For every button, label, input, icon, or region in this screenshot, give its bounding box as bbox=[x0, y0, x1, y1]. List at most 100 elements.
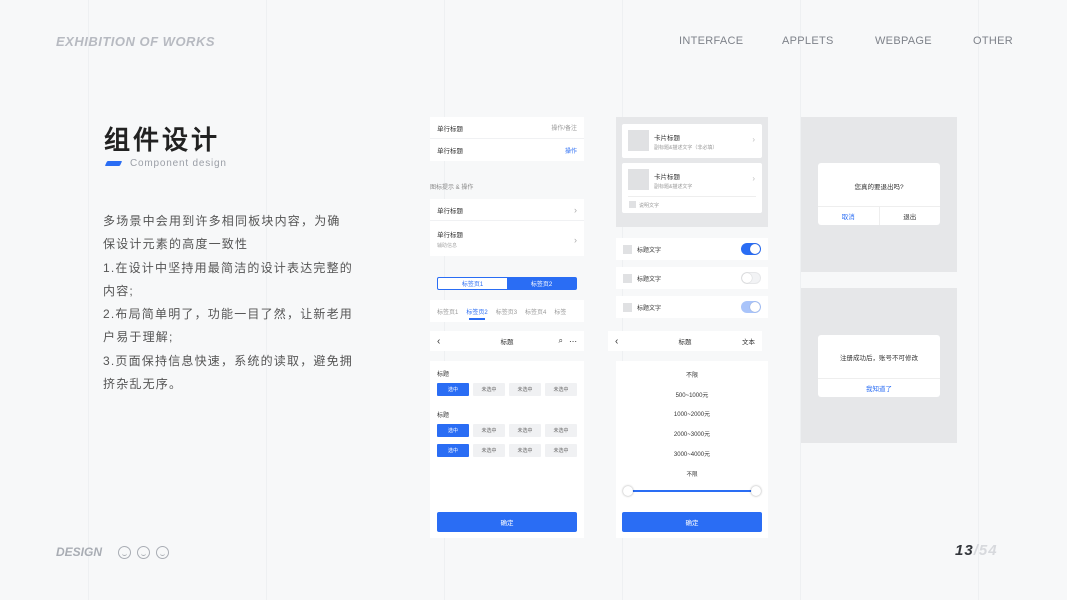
accent-dash bbox=[104, 160, 123, 166]
chip[interactable]: 未选中 bbox=[509, 444, 541, 457]
nav-applets[interactable]: APPLETS bbox=[782, 35, 834, 47]
face-icons bbox=[118, 546, 169, 559]
navbar-right-text[interactable]: 文本 bbox=[742, 336, 755, 346]
card-subtitle: 副标题&描述文字（非必填） bbox=[654, 145, 718, 151]
list-item-title: 单行标题 bbox=[437, 148, 463, 155]
price-option[interactable]: 1000~2000元 bbox=[616, 409, 768, 418]
toggle-switch-on[interactable] bbox=[741, 243, 761, 255]
navbar-title: 标题 bbox=[678, 339, 692, 346]
list-item[interactable]: 单行标题 操作/备注 bbox=[430, 117, 584, 139]
chip[interactable]: 未选中 bbox=[509, 424, 541, 437]
smile-icon bbox=[118, 546, 131, 559]
desc-paragraph: 多场景中会用到许多相同板块内容，为确保设计元素的高度一致性 bbox=[103, 214, 341, 252]
card[interactable]: 卡片标题 副标题&描述文字 › 说明文字 bbox=[622, 163, 762, 213]
segment-1[interactable]: 标签页1 bbox=[438, 278, 507, 289]
toggle-label: 标题文字 bbox=[637, 247, 662, 254]
list-item-title: 单行标题 bbox=[437, 125, 463, 133]
subtitle-text: Component design bbox=[130, 157, 227, 169]
checkbox[interactable] bbox=[623, 273, 632, 283]
tab-4[interactable]: 标签页4 bbox=[525, 307, 546, 316]
list-item-note: 操作/备注 bbox=[551, 126, 577, 132]
slider-handle-min[interactable] bbox=[623, 486, 633, 496]
toggle-switch-off[interactable] bbox=[741, 272, 761, 284]
chip[interactable]: 选中 bbox=[437, 424, 469, 437]
segment-2[interactable]: 标签页2 bbox=[507, 278, 576, 289]
chip[interactable]: 选中 bbox=[437, 383, 469, 396]
list-item-title: 单行标题 bbox=[437, 207, 463, 215]
card-note: 说明文字 bbox=[639, 203, 660, 209]
list-panel: 单行标题 › 单行标题 辅助信息 › bbox=[430, 199, 584, 256]
price-option[interactable]: 3000~4000元 bbox=[616, 449, 768, 458]
dialog-message: 您真的要退出吗? bbox=[854, 184, 904, 191]
brand-title: EXHIBITION OF WORKS bbox=[56, 34, 215, 49]
card[interactable]: 卡片标题 副标题&描述文字（非必填） › bbox=[622, 124, 762, 158]
list-item-action[interactable]: 操作 bbox=[565, 146, 577, 155]
page-total: /54 bbox=[973, 542, 998, 559]
nav-other[interactable]: OTHER bbox=[973, 35, 1013, 47]
tab-2[interactable]: 标签页2 bbox=[466, 307, 488, 320]
page-current: 13 bbox=[955, 542, 974, 559]
chevron-right-icon: › bbox=[752, 174, 755, 183]
back-icon[interactable]: ‹ bbox=[615, 336, 618, 347]
toggle-switch-disabled bbox=[741, 301, 761, 313]
nav-interface[interactable]: INTERFACE bbox=[679, 35, 743, 47]
chevron-right-icon: › bbox=[574, 204, 577, 215]
price-option[interactable]: 不限 bbox=[616, 370, 768, 379]
chevron-right-icon: › bbox=[752, 135, 755, 144]
list-item[interactable]: 单行标题 操作 bbox=[430, 139, 584, 161]
toggle-row: 标题文字 bbox=[616, 238, 768, 260]
chip[interactable]: 未选中 bbox=[509, 383, 541, 396]
chip[interactable]: 选中 bbox=[437, 444, 469, 457]
checkbox[interactable] bbox=[623, 244, 632, 254]
exit-button[interactable]: 退出 bbox=[880, 207, 941, 225]
chevron-right-icon: › bbox=[574, 235, 577, 245]
confirm-dialog: 您真的要退出吗? 取消 退出 bbox=[818, 163, 940, 225]
chip[interactable]: 未选中 bbox=[545, 444, 577, 457]
list-item[interactable]: 单行标题 › bbox=[430, 199, 584, 221]
card-subtitle: 副标题&描述文字 bbox=[654, 184, 693, 190]
segmented-control: 标签页1 标签页2 bbox=[437, 277, 577, 290]
slider-value: 不限 bbox=[686, 472, 698, 478]
group-label: 标题 bbox=[437, 372, 450, 378]
desc-paragraph: 3.页面保持信息快速，系统的读取，避免拥挤杂乱无序。 bbox=[103, 353, 354, 392]
list-panel: 单行标题 操作/备注 单行标题 操作 bbox=[430, 117, 584, 161]
more-icon[interactable]: ⋯ bbox=[569, 337, 577, 346]
chip[interactable]: 未选中 bbox=[473, 383, 505, 396]
toggle-label: 标题文字 bbox=[637, 305, 662, 312]
range-slider-track[interactable] bbox=[628, 490, 756, 492]
chip[interactable]: 未选中 bbox=[473, 424, 505, 437]
page-title: 组件设计 bbox=[104, 125, 221, 155]
chip[interactable]: 未选中 bbox=[545, 424, 577, 437]
page-number: 13/54 bbox=[955, 542, 998, 559]
acknowledge-button[interactable]: 我知道了 bbox=[818, 379, 940, 397]
slider-handle-max[interactable] bbox=[751, 486, 761, 496]
footer-brand: DESIGN bbox=[56, 545, 103, 559]
checkbox[interactable] bbox=[623, 302, 632, 312]
price-option[interactable]: 2000~3000元 bbox=[616, 429, 768, 438]
navbar: ‹ 标题 ⌕ ⋯ bbox=[430, 331, 584, 351]
price-option[interactable]: 500~1000元 bbox=[616, 390, 768, 399]
search-icon[interactable]: ⌕ bbox=[559, 336, 563, 346]
description: 多场景中会用到许多相同板块内容，为确保设计元素的高度一致性 1.在设计中坚持用最… bbox=[103, 210, 353, 396]
back-icon[interactable]: ‹ bbox=[437, 336, 440, 347]
section-label: 图标提示 & 操作 bbox=[430, 185, 474, 191]
tab-3[interactable]: 标签页3 bbox=[496, 307, 517, 316]
desc-paragraph: 1.在设计中坚持用最简洁的设计表达完整的内容; bbox=[103, 260, 354, 298]
list-item[interactable]: 单行标题 辅助信息 › bbox=[430, 222, 584, 256]
list-item-sub: 辅助信息 bbox=[437, 243, 458, 249]
card-title: 卡片标题 bbox=[654, 174, 680, 181]
navbar: ‹ 标题 文本 bbox=[608, 331, 762, 351]
confirm-button[interactable]: 确定 bbox=[622, 512, 762, 532]
card-thumbnail bbox=[628, 130, 649, 151]
nav-webpage[interactable]: WEBPAGE bbox=[875, 35, 932, 47]
tab-1[interactable]: 标签页1 bbox=[437, 307, 458, 316]
page-subtitle: Component design bbox=[104, 156, 227, 170]
note-icon bbox=[629, 201, 636, 208]
chip[interactable]: 未选中 bbox=[473, 444, 505, 457]
confirm-button[interactable]: 确定 bbox=[437, 512, 577, 532]
cancel-button[interactable]: 取消 bbox=[818, 207, 880, 225]
toggle-label: 标题文字 bbox=[637, 276, 662, 283]
chip[interactable]: 未选中 bbox=[545, 383, 577, 396]
tab-5[interactable]: 标签 bbox=[554, 307, 566, 316]
group-label: 标题 bbox=[437, 413, 450, 419]
